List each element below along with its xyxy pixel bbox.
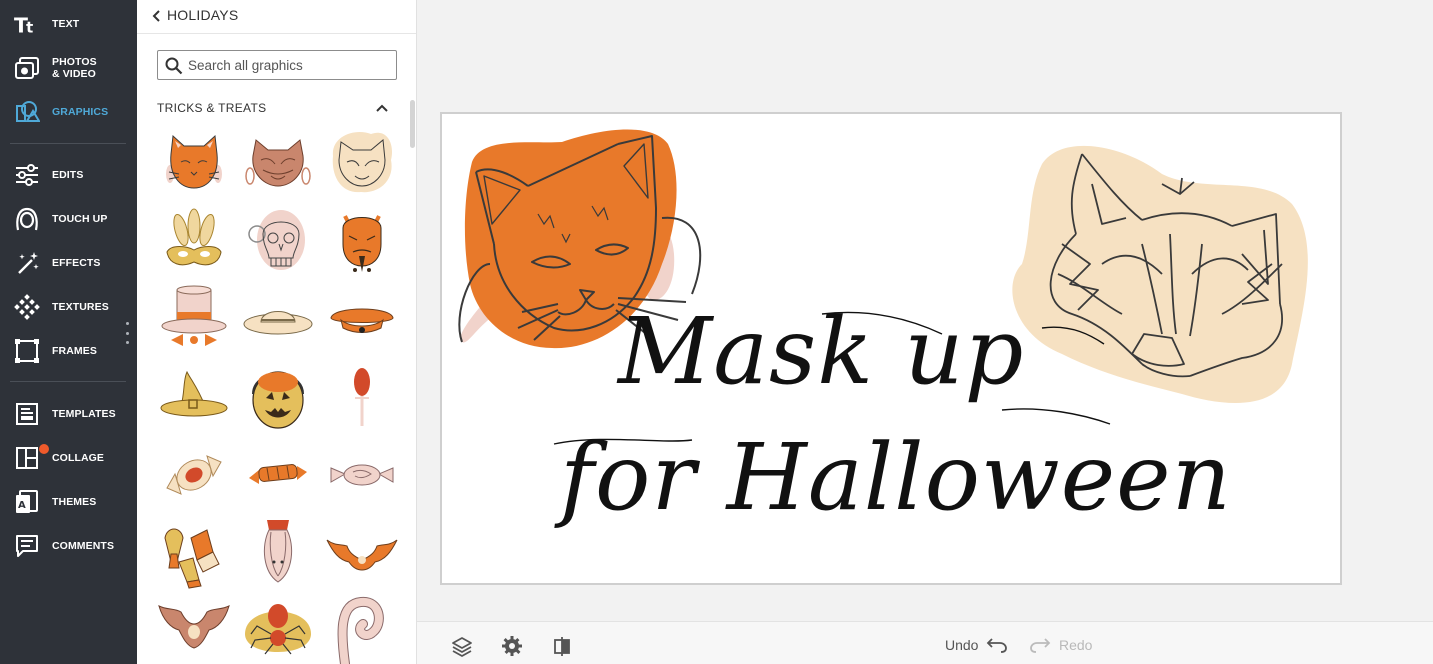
tool-text[interactable]: Tt TEXT [0, 4, 137, 44]
undo-label: Undo [945, 637, 979, 653]
undo-button[interactable]: Undo [945, 634, 1008, 656]
chevron-up-icon[interactable] [375, 102, 389, 114]
search-input[interactable] [188, 55, 388, 75]
toolbar-divider [10, 381, 126, 382]
gear-icon[interactable] [501, 635, 523, 657]
app-root: Tt TEXT PHOTOS & VIDEO GRAPHICS EDITS TO… [0, 0, 1433, 664]
graphics-panel: HOLIDAYS TRICKS & TREATS [137, 0, 417, 664]
graphic-pumpkin-bucket[interactable] [241, 360, 315, 434]
graphic-fox-mask-beige[interactable] [325, 126, 399, 200]
headline-line-2[interactable]: for Halloween [560, 424, 1232, 531]
collage-icon [14, 445, 40, 471]
tool-label: EDITS [52, 169, 84, 181]
design-artboard[interactable]: Mask up for Halloween [440, 112, 1342, 585]
graphic-skull-mask[interactable] [241, 204, 315, 278]
layers-icon[interactable] [451, 635, 473, 657]
tool-label: TEXT [52, 18, 80, 30]
graphic-candy-corn[interactable] [157, 516, 231, 590]
redo-icon [1030, 638, 1051, 653]
left-toolbar: Tt TEXT PHOTOS & VIDEO GRAPHICS EDITS TO… [0, 0, 137, 664]
graphic-worm[interactable] [325, 594, 399, 664]
text-icon: Tt [14, 11, 40, 37]
graphic-twist-candy[interactable] [325, 438, 399, 512]
graphic-devil-mask[interactable] [325, 204, 399, 278]
graphic-bat[interactable] [157, 594, 231, 664]
graphic-wrapped-candy[interactable] [157, 438, 231, 512]
graphic-stick-candy[interactable] [241, 438, 315, 512]
tool-label: EFFECTS [52, 257, 101, 269]
panel-title: HOLIDAYS [167, 7, 239, 23]
toolbar-divider [10, 143, 126, 144]
svg-text:t: t [26, 18, 33, 36]
tool-templates[interactable]: TEMPLATES [0, 394, 137, 434]
tool-label: TEMPLATES [52, 408, 116, 420]
graphic-lollipop[interactable] [325, 360, 399, 434]
graphic-hanging-bat[interactable] [241, 516, 315, 590]
tool-label: TEXTURES [52, 301, 109, 313]
sliders-icon [14, 162, 40, 188]
tool-graphics[interactable]: GRAPHICS [0, 92, 137, 132]
graphic-top-hat[interactable] [157, 282, 231, 356]
frame-icon [14, 338, 40, 364]
tool-label: GRAPHICS [52, 106, 109, 118]
graphic-feather-mask[interactable] [157, 204, 231, 278]
panel-header[interactable]: HOLIDAYS [137, 0, 416, 34]
tool-label: COMMENTS [52, 540, 115, 552]
template-icon [14, 401, 40, 427]
chevron-left-icon[interactable] [151, 9, 163, 23]
tool-textures[interactable]: TEXTURES [0, 287, 137, 327]
magic-wand-icon [14, 250, 40, 276]
graphic-beret-cap[interactable] [325, 282, 399, 356]
themes-icon: A [14, 489, 40, 515]
touchup-face-icon [14, 206, 40, 232]
tool-effects[interactable]: EFFECTS [0, 243, 137, 283]
compare-icon[interactable] [551, 635, 573, 657]
tool-touch-up[interactable]: TOUCH UP [0, 199, 137, 239]
tool-label: COLLAGE [52, 452, 105, 464]
graphic-flying-bat[interactable] [325, 516, 399, 590]
tool-label: FRAMES [52, 345, 97, 357]
photos-icon [14, 55, 40, 81]
panel-scrollbar[interactable] [410, 100, 415, 148]
comment-icon [14, 533, 40, 559]
tool-photos-video[interactable]: PHOTOS & VIDEO [0, 48, 137, 88]
search-icon [165, 57, 183, 75]
tool-collage[interactable]: COLLAGE [0, 438, 137, 478]
undo-icon [987, 638, 1008, 653]
graphic-straw-hat[interactable] [241, 282, 315, 356]
graphics-icon [14, 99, 40, 125]
panel-resize-handle[interactable] [125, 322, 129, 344]
headline-line-1[interactable]: Mask up [618, 298, 1024, 405]
fox-mask-graphic[interactable] [1012, 145, 1308, 404]
section-title: TRICKS & TREATS [157, 101, 267, 115]
notification-badge [39, 444, 49, 454]
tool-themes[interactable]: A THEMES [0, 482, 137, 522]
tool-edits[interactable]: EDITS [0, 155, 137, 195]
redo-button[interactable]: Redo [1029, 634, 1092, 656]
tool-comments[interactable]: COMMENTS [0, 526, 137, 566]
bottom-bar: Undo Redo [417, 621, 1433, 664]
redo-label: Redo [1059, 637, 1093, 653]
svg-text:A: A [18, 500, 26, 511]
texture-icon [14, 294, 40, 320]
tool-label: PHOTOS & VIDEO [52, 56, 97, 80]
graphic-witch-hat[interactable] [157, 360, 231, 434]
tool-frames[interactable]: FRAMES [0, 331, 137, 371]
search-box[interactable] [157, 50, 397, 80]
graphic-spider[interactable] [241, 594, 315, 664]
graphic-fox-mask-brown[interactable] [241, 126, 315, 200]
tool-label: THEMES [52, 496, 97, 508]
tool-label: TOUCH UP [52, 213, 108, 225]
graphic-cat-mask-orange[interactable] [157, 126, 231, 200]
